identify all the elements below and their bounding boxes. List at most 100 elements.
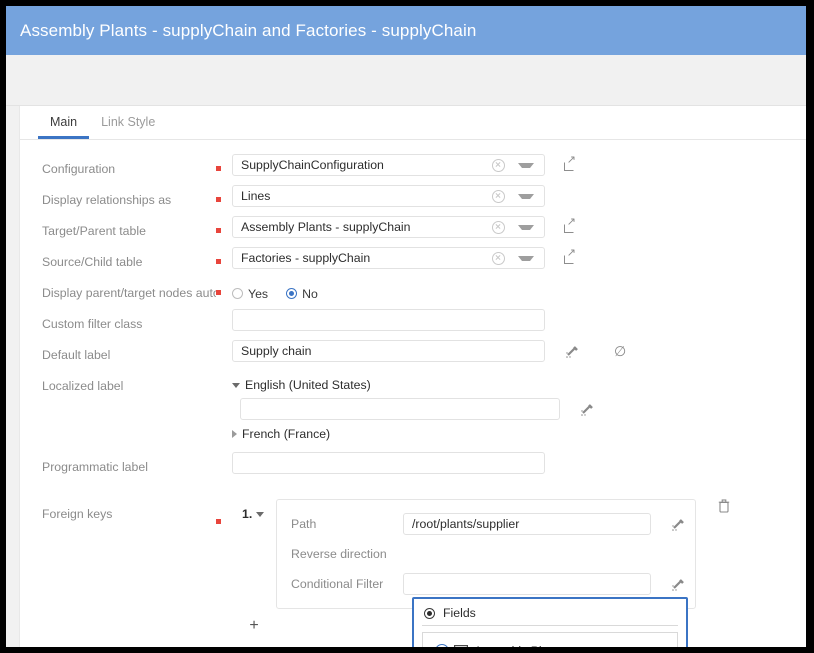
trash-icon[interactable] xyxy=(718,499,730,513)
locale-english-header[interactable]: English (United States) xyxy=(232,375,594,395)
no-value-icon[interactable]: ∅ xyxy=(614,344,626,358)
magic-wand-icon[interactable] xyxy=(565,344,579,358)
foreign-key-card: Path /root/plants/supplier xyxy=(276,499,696,609)
field-row-default-label: Default label Supply chain xyxy=(20,340,806,371)
custom-filter-class-input[interactable] xyxy=(232,309,545,331)
external-link-icon[interactable] xyxy=(564,160,575,171)
chevron-down-icon xyxy=(232,383,240,388)
label-default-label: Default label xyxy=(20,340,216,371)
field-row-auto-nodes: Display parent/target nodes automatic...… xyxy=(20,278,806,309)
conditional-filter-input[interactable] xyxy=(403,573,651,595)
foreign-key-reverse-line: Reverse direction xyxy=(291,539,685,569)
locale-french-label: French (France) xyxy=(242,427,330,441)
external-link-icon[interactable] xyxy=(564,253,575,264)
external-link-icon[interactable] xyxy=(564,222,575,233)
auto-nodes-radio-no[interactable]: No xyxy=(286,287,318,301)
tab-link-style[interactable]: Link Style xyxy=(89,115,167,139)
label-conditional-filter: Conditional Filter xyxy=(291,577,403,591)
chevron-down-icon[interactable] xyxy=(518,225,534,230)
dialog-body: Main Link Style Configuration SupplyChai… xyxy=(6,106,806,647)
display-relationships-input[interactable]: Lines xyxy=(232,185,545,207)
field-row-configuration: Configuration SupplyChainConfiguration xyxy=(20,154,806,185)
radio-label-yes: Yes xyxy=(248,287,268,301)
label-localized-label: Localized label xyxy=(20,371,216,402)
required-marker-configuration xyxy=(216,154,232,185)
chevron-down-icon xyxy=(256,512,264,517)
locale-english-label: English (United States) xyxy=(245,378,371,392)
tree-node-label: Assembly Plants xyxy=(474,644,565,648)
label-reverse-direction: Reverse direction xyxy=(291,547,403,561)
label-custom-filter-class: Custom filter class xyxy=(20,309,216,340)
field-picker-tree: Assembly Plants /root/plants/supplier xyxy=(422,632,678,647)
magic-wand-icon[interactable] xyxy=(671,577,685,591)
field-picker-header-label: Fields xyxy=(443,606,476,620)
foreign-key-path-line: Path /root/plants/supplier xyxy=(291,509,685,539)
required-marker-display-relationships xyxy=(216,185,232,216)
field-picker-header[interactable]: Fields xyxy=(422,605,678,626)
path-input[interactable]: /root/plants/supplier xyxy=(403,513,651,535)
dialog-title: Assembly Plants - supplyChain and Factor… xyxy=(20,21,476,41)
display-relationships-value: Lines xyxy=(241,189,492,203)
tree-node-assembly-plants[interactable]: Assembly Plants xyxy=(427,639,673,647)
radio-label-no: No xyxy=(302,287,318,301)
required-marker-source-child-table xyxy=(216,247,232,278)
required-marker-foreign-keys xyxy=(216,499,232,538)
label-display-relationships: Display relationships as xyxy=(20,185,216,216)
configuration-value: SupplyChainConfiguration xyxy=(241,158,492,172)
clear-icon[interactable] xyxy=(492,252,505,265)
label-path: Path xyxy=(291,517,403,531)
default-label-value: Supply chain xyxy=(241,344,540,358)
source-child-table-value: Factories - supplyChain xyxy=(241,251,492,265)
source-child-table-input[interactable]: Factories - supplyChain xyxy=(232,247,545,269)
field-row-target-parent-table: Target/Parent table Assembly Plants - su… xyxy=(20,216,806,247)
content-panel: Main Link Style Configuration SupplyChai… xyxy=(19,106,806,647)
radio-dot-no xyxy=(286,288,297,299)
clear-icon[interactable] xyxy=(492,159,505,172)
localized-label-block: English (United States) xyxy=(232,371,594,444)
chevron-down-icon[interactable] xyxy=(435,644,449,648)
dialog-titlebar: Assembly Plants - supplyChain and Factor… xyxy=(6,6,806,55)
chevron-down-icon[interactable] xyxy=(518,194,534,199)
radio-dot-yes xyxy=(232,288,243,299)
field-picker-popup: Fields xyxy=(412,597,688,647)
auto-nodes-radio-group: Yes No xyxy=(232,278,318,309)
target-parent-table-value: Assembly Plants - supplyChain xyxy=(241,220,492,234)
field-row-programmatic-label: Programmatic label xyxy=(20,452,806,483)
table-icon xyxy=(454,645,468,648)
default-label-input[interactable]: Supply chain xyxy=(232,340,545,362)
chevron-down-icon[interactable] xyxy=(518,163,534,168)
foreign-key-index-label: 1. xyxy=(242,507,252,521)
clear-icon[interactable] xyxy=(492,190,505,203)
add-foreign-key-button[interactable]: + xyxy=(232,613,276,635)
required-marker-target-parent-table xyxy=(216,216,232,247)
label-target-parent-table: Target/Parent table xyxy=(20,216,216,247)
path-value: /root/plants/supplier xyxy=(412,517,646,531)
locale-english-input-row xyxy=(240,398,594,420)
clear-icon[interactable] xyxy=(492,221,505,234)
radio-dot-fields xyxy=(424,608,435,619)
locale-english-input[interactable] xyxy=(240,398,560,420)
foreign-key-conditional-line: Conditional Filter xyxy=(291,569,685,599)
magic-wand-icon[interactable] xyxy=(580,402,594,416)
auto-nodes-radio-yes[interactable]: Yes xyxy=(232,287,268,301)
label-auto-nodes: Display parent/target nodes automatic... xyxy=(20,278,216,309)
programmatic-label-input[interactable] xyxy=(232,452,545,474)
label-foreign-keys: Foreign keys xyxy=(20,499,216,530)
left-rail xyxy=(6,106,19,647)
configuration-input[interactable]: SupplyChainConfiguration xyxy=(232,154,545,176)
main-form: Configuration SupplyChainConfiguration D… xyxy=(20,140,806,635)
toolbar-band xyxy=(6,55,806,106)
label-configuration: Configuration xyxy=(20,154,216,185)
dialog-window: Assembly Plants - supplyChain and Factor… xyxy=(6,6,806,647)
locale-french-header[interactable]: French (France) xyxy=(232,424,594,444)
label-source-child-table: Source/Child table xyxy=(20,247,216,278)
tab-bar: Main Link Style xyxy=(20,106,806,140)
tab-main[interactable]: Main xyxy=(38,115,89,139)
magic-wand-icon[interactable] xyxy=(671,517,685,531)
target-parent-table-input[interactable]: Assembly Plants - supplyChain xyxy=(232,216,545,238)
foreign-key-index-selector[interactable]: 1. xyxy=(232,499,276,521)
foreign-key-add-row: + xyxy=(232,613,276,635)
chevron-right-icon xyxy=(232,430,237,438)
field-row-custom-filter-class: Custom filter class xyxy=(20,309,806,340)
chevron-down-icon[interactable] xyxy=(518,256,534,261)
